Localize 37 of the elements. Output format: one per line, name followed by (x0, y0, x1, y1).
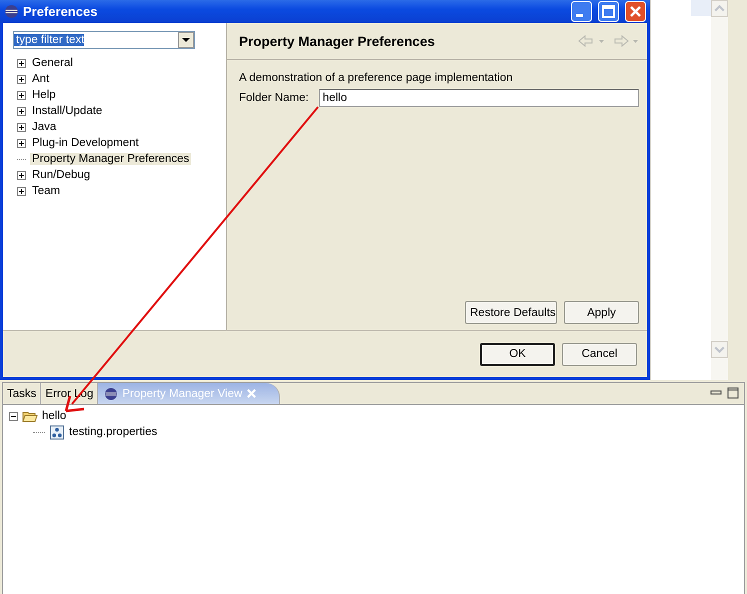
tree-item[interactable]: General (30, 57, 75, 69)
expand-icon[interactable] (17, 74, 26, 84)
collapse-icon[interactable] (9, 412, 18, 420)
maximize-icon[interactable] (727, 387, 739, 399)
field-label: Folder Name: (239, 92, 309, 104)
tree-item[interactable]: Install/Update (30, 105, 104, 117)
folder-name-field[interactable]: hello (318, 89, 639, 107)
properties-file-icon (49, 424, 65, 440)
description-text: A demonstration of a preference page implementation (239, 72, 514, 84)
sphere-icon (104, 386, 118, 400)
tree-item[interactable]: Plug-in Development (30, 137, 141, 149)
page-title: Property Manager Preferences (239, 34, 435, 48)
dialog-button[interactable]: Cancel (562, 342, 637, 366)
tree-item[interactable]: Ant (30, 73, 52, 85)
expand-icon[interactable] (17, 186, 26, 196)
sphere-icon (4, 4, 19, 19)
dropdown-icon[interactable] (178, 32, 194, 48)
tree-item[interactable]: Java (30, 121, 58, 133)
tree-item[interactable]: hello (42, 410, 66, 422)
tree-item[interactable]: Team (30, 185, 62, 197)
page-button[interactable]: Apply (564, 301, 639, 324)
expand-icon[interactable] (17, 138, 26, 148)
filter-combo[interactable]: type filter text (13, 31, 195, 49)
tree-item[interactable]: Help (30, 89, 58, 101)
minimize-icon[interactable] (571, 1, 592, 22)
dialog-button[interactable]: OK (480, 342, 555, 366)
expand-icon[interactable] (17, 90, 26, 100)
tree-item[interactable]: Property Manager Preferences (30, 153, 192, 165)
expand-icon[interactable] (17, 122, 26, 132)
window-title: Preferences (23, 4, 98, 19)
expand-icon[interactable] (17, 170, 26, 180)
page-button[interactable]: Restore Defaults (465, 301, 557, 324)
expand-icon[interactable] (17, 58, 26, 68)
close-icon[interactable] (625, 1, 646, 22)
tree-item[interactable]: testing.properties (69, 426, 158, 438)
tree-item[interactable]: Run/Debug (30, 169, 92, 181)
expand-icon[interactable] (17, 106, 26, 116)
